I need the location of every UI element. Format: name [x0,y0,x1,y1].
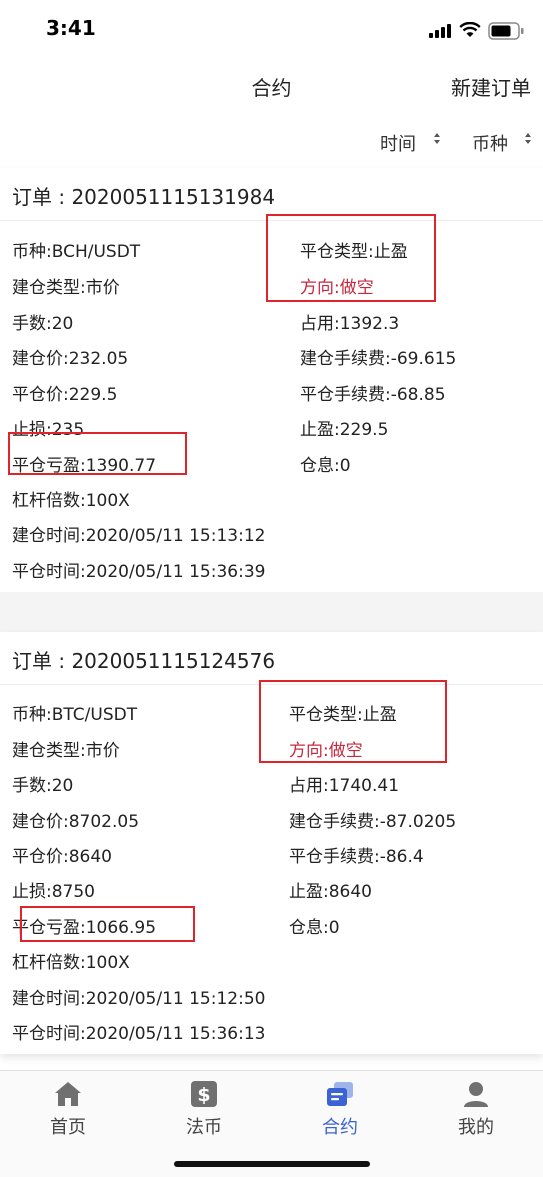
user-icon [464,1082,488,1107]
leverage: 杠杆倍数:100X [12,491,130,511]
order-card[interactable]: 订单 : 2020051115131984 币种:BCH/USDT 平仓类型:止… [0,168,543,592]
sort-currency-label: 币种 [472,134,508,155]
sort-by-currency[interactable]: 币种 [472,130,531,156]
home-indicator [174,1161,370,1167]
open-type: 建仓类型:市价 [12,278,120,298]
sort-time-label: 时间 [380,134,416,155]
coin-pair: 币种:BCH/USDT [12,242,141,262]
filter-bar: 时间 币种 [0,114,543,169]
stop-loss: 止损:8750 [12,882,95,902]
tab-fiat-label: 法币 [186,1117,222,1138]
coin-pair: 币种:BTC/USDT [12,705,138,725]
open-time: 建仓时间:2020/05/11 15:12:50 [12,989,266,1009]
status-bar: 3:41 [0,0,543,60]
card-separator [0,592,543,632]
highlight-box [266,214,436,302]
open-type: 建仓类型:市价 [12,741,120,761]
tab-home[interactable]: 首页 [0,1071,136,1151]
order-number: 订单 : 2020051115131984 [12,185,276,209]
close-fee: 平仓手续费:-86.4 [289,847,424,867]
status-time: 3:41 [46,16,96,40]
svg-text:$: $ [197,1084,210,1106]
open-price: 建仓价:232.05 [12,349,129,369]
occupied-margin: 占用:1392.3 [300,314,400,334]
lots: 手数:20 [12,314,74,334]
close-fee: 平仓手续费:-68.85 [300,385,446,405]
wifi-icon [459,22,481,37]
tab-profile-label: 我的 [458,1117,494,1138]
order-card-header: 订单 : 2020051115124576 [0,632,543,685]
sort-arrows-icon [525,133,533,144]
signal-icon [429,24,451,38]
new-order-button[interactable]: 新建订单 [451,72,531,101]
open-time: 建仓时间:2020/05/11 15:13:12 [12,526,266,546]
close-price: 平仓价:229.5 [12,385,118,405]
contract-icon [327,1082,353,1106]
nav-bar: 合约 新建订单 [0,60,543,115]
open-fee: 建仓手续费:-69.615 [300,349,457,369]
order-card[interactable]: 订单 : 2020051115124576 币种:BTC/USDT 平仓类型:止… [0,632,543,1054]
order-number: 订单 : 2020051115124576 [12,649,276,673]
home-icon [55,1082,81,1106]
close-time: 平仓时间:2020/05/11 15:36:13 [12,1024,266,1044]
tab-contract[interactable]: 合约 [272,1071,408,1151]
swap-interest: 仓息:0 [300,456,351,476]
close-time: 平仓时间:2020/05/11 15:36:39 [12,562,266,582]
open-price: 建仓价:8702.05 [12,812,140,832]
sort-by-time[interactable]: 时间 [380,130,440,156]
open-fee: 建仓手续费:-87.0205 [289,812,457,832]
dollar-icon: $ [191,1081,217,1107]
take-profit: 止盈:229.5 [300,420,389,440]
swap-interest: 仓息:0 [289,918,340,938]
take-profit: 止盈:8640 [289,882,372,902]
tab-home-label: 首页 [50,1117,86,1138]
highlight-box [20,906,195,942]
tab-profile[interactable]: 我的 [408,1071,543,1151]
occupied-margin: 占用:1740.41 [289,776,400,796]
highlight-box [259,680,447,763]
leverage: 杠杆倍数:100X [12,953,130,973]
battery-icon [488,22,524,40]
close-price: 平仓价:8640 [12,847,112,867]
lots: 手数:20 [12,776,74,796]
sort-arrows-icon [434,133,442,144]
tab-contract-label: 合约 [322,1117,358,1138]
tab-fiat[interactable]: $ 法币 [136,1071,272,1151]
highlight-box [8,432,187,475]
